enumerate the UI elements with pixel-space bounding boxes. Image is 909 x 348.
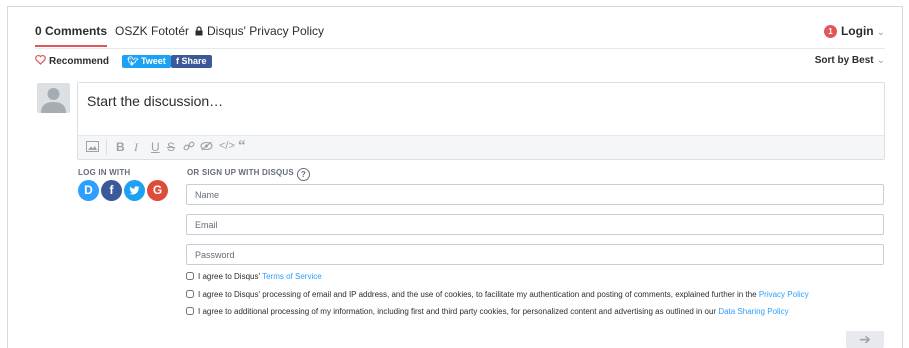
data-sharing-policy-link[interactable]: Data Sharing Policy bbox=[718, 307, 788, 316]
twitter-login-button[interactable] bbox=[124, 180, 145, 201]
agree-additional-text: I agree to additional processing of my i… bbox=[198, 307, 717, 316]
agree-additional-checkbox[interactable] bbox=[186, 307, 194, 315]
email-input[interactable] bbox=[186, 214, 884, 235]
share-label: Share bbox=[181, 56, 207, 66]
agree-processing-row: I agree to Disqus' processing of email a… bbox=[186, 290, 809, 299]
login-label: Login bbox=[840, 24, 874, 38]
tweet-label: Tweet bbox=[140, 56, 166, 66]
terms-of-service-link[interactable]: Terms of Service bbox=[262, 272, 322, 281]
avatar-placeholder-icon bbox=[41, 88, 66, 113]
spoiler-icon[interactable] bbox=[200, 141, 213, 151]
agree-terms-text: I agree to Disqus' bbox=[198, 272, 261, 281]
google-login-button[interactable]: G bbox=[147, 180, 168, 201]
agree-terms-checkbox[interactable] bbox=[186, 272, 194, 280]
arrow-right-icon: ➔ bbox=[859, 331, 871, 347]
underline-icon[interactable]: U bbox=[151, 140, 160, 154]
login-with-label: LOG IN WITH bbox=[78, 168, 131, 177]
toolbar-separator bbox=[106, 139, 107, 155]
login-menu[interactable]: 1 Login ⌄ bbox=[823, 24, 885, 38]
formatting-toolbar: B I U S </> “ bbox=[78, 135, 884, 159]
privacy-policy-label: Disqus' Privacy Policy bbox=[207, 24, 324, 38]
tweet-button[interactable]: 🐦︎ Tweet bbox=[122, 55, 171, 68]
quote-icon[interactable]: “ bbox=[238, 138, 246, 155]
facebook-share-button[interactable]: f Share bbox=[171, 55, 212, 68]
submit-button[interactable]: ➔ bbox=[846, 331, 884, 348]
tab-comments[interactable]: 0 Comments bbox=[35, 24, 108, 47]
lock-icon bbox=[195, 26, 203, 36]
bold-icon[interactable]: B bbox=[116, 140, 125, 154]
privacy-policy-link[interactable]: Privacy Policy bbox=[759, 290, 809, 299]
link-icon[interactable] bbox=[183, 140, 195, 152]
notification-badge: 1 bbox=[823, 25, 837, 38]
tab-privacy-policy[interactable]: Disqus' Privacy Policy bbox=[194, 24, 324, 38]
agree-processing-text: I agree to Disqus' processing of email a… bbox=[198, 290, 757, 299]
image-icon[interactable] bbox=[86, 141, 99, 152]
facebook-icon: f bbox=[176, 56, 179, 66]
signup-label: OR SIGN UP WITH DISQUS? bbox=[187, 168, 310, 181]
code-icon[interactable]: </> bbox=[219, 140, 235, 152]
chevron-down-icon: ⌄ bbox=[876, 55, 885, 66]
comment-placeholder: Start the discussion… bbox=[87, 93, 224, 109]
sort-label: Sort by Best bbox=[814, 55, 874, 66]
agree-terms-row: I agree to Disqus' Terms of Service bbox=[186, 272, 322, 281]
signup-label-text: OR SIGN UP WITH DISQUS bbox=[187, 168, 294, 177]
recommend-button[interactable]: Recommend bbox=[35, 55, 109, 67]
recommend-label: Recommend bbox=[49, 56, 110, 67]
italic-icon[interactable]: I bbox=[134, 140, 138, 155]
twitter-bird-icon: 🐦︎ bbox=[127, 56, 139, 66]
strikethrough-icon[interactable]: S bbox=[167, 140, 175, 154]
twitter-bird-icon bbox=[129, 186, 140, 195]
sort-dropdown[interactable]: Sort by Best ⌄ bbox=[815, 55, 885, 66]
agree-additional-row: I agree to additional processing of my i… bbox=[186, 307, 789, 316]
help-icon[interactable]: ? bbox=[296, 168, 310, 181]
top-nav: 0 Comments OSZK Fototér Disqus' Privacy … bbox=[35, 24, 885, 48]
comment-textarea[interactable]: Start the discussion… B I U S </> “ bbox=[77, 82, 885, 160]
actions-bar: Recommend 🐦︎ Tweet f Share Sort by Best ⌄ bbox=[35, 55, 885, 71]
chevron-down-icon: ⌄ bbox=[876, 27, 885, 38]
disqus-login-button[interactable]: D bbox=[78, 180, 99, 201]
avatar bbox=[37, 83, 70, 113]
password-input[interactable] bbox=[186, 244, 884, 265]
agree-processing-checkbox[interactable] bbox=[186, 290, 194, 298]
facebook-login-button[interactable]: f bbox=[101, 180, 122, 201]
nav-divider bbox=[35, 48, 885, 49]
tab-site-name[interactable]: OSZK Fototér bbox=[115, 24, 189, 38]
name-input[interactable] bbox=[186, 184, 884, 205]
heart-icon bbox=[35, 55, 46, 65]
